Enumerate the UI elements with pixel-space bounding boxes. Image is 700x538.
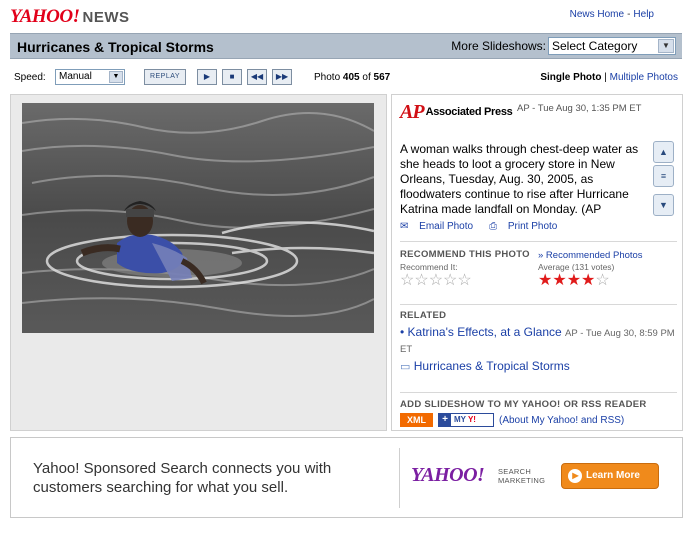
category-select-value: Select Category: [552, 39, 638, 53]
photo-info-panel: AP Associated Press AP - Tue Aug 30, 1:35…: [391, 94, 683, 431]
chevron-down-icon: ▼: [109, 71, 123, 83]
star-filled-icon: ★: [552, 272, 567, 289]
slideshow-title: Hurricanes & Tropical Storms: [17, 39, 214, 55]
ap-name: Associated Press: [425, 106, 513, 118]
speed-label: Speed:: [14, 72, 46, 83]
related-item: • Katrina's Effects, at a Glance AP - Tu…: [400, 325, 675, 355]
add-to-my-yahoo-button[interactable]: + MY Y!: [438, 413, 494, 427]
play-icon: ▶: [568, 469, 582, 483]
logo-text: YAHOO!: [10, 6, 80, 27]
related-heading: RELATED: [400, 310, 447, 321]
star-icon[interactable]: ☆: [429, 272, 443, 289]
star-icon[interactable]: ☆: [457, 272, 471, 289]
slideshow-controls: Speed: Manual ▼ REPLAY ▶ ■ ◀◀ ▶▶ Photo 4…: [10, 68, 682, 88]
star-icon[interactable]: ☆: [414, 272, 428, 289]
folder-icon: ▭: [400, 361, 411, 373]
fast-forward-icon: ▶▶: [275, 72, 289, 81]
speed-select[interactable]: Manual ▼: [55, 69, 125, 85]
recommend-heading: RECOMMEND THIS PHOTO: [400, 249, 530, 260]
plus-icon: +: [439, 414, 451, 426]
printer-icon: ⎙: [489, 221, 498, 232]
rewind-icon: ◀◀: [250, 72, 264, 81]
photo-panel: [10, 94, 387, 431]
learn-more-button[interactable]: ▶ Learn More: [561, 463, 659, 489]
chevron-down-icon: ▼: [658, 39, 674, 53]
ad-text: Yahoo! Sponsored Search connects you wit…: [33, 460, 332, 496]
star-icon[interactable]: ☆: [400, 272, 414, 289]
ap-logo[interactable]: AP Associated Press: [400, 101, 513, 124]
grip-icon: ≡: [660, 171, 667, 181]
divider: [399, 448, 400, 508]
sponsored-ad[interactable]: Yahoo! Sponsored Search connects you wit…: [10, 437, 683, 518]
story-date: AP - Tue Aug 30, 1:35 PM ET: [517, 103, 642, 114]
view-mode: Single Photo | Multiple Photos: [540, 72, 678, 83]
email-photo-link[interactable]: ✉ Email Photo: [400, 221, 481, 232]
speed-select-value: Manual: [59, 71, 92, 82]
star-filled-icon: ★: [538, 272, 553, 289]
star-filled-icon: ★: [566, 272, 582, 289]
single-photo-label: Single Photo: [540, 72, 602, 83]
star-filled-icon: ★: [581, 272, 596, 289]
about-rss-link[interactable]: (About My Yahoo! and RSS): [499, 415, 624, 426]
scroll-up-button[interactable]: ▲: [653, 141, 674, 163]
slideshow-titlebar: Hurricanes & Tropical Storms More Slides…: [10, 33, 682, 59]
play-button[interactable]: ▶: [197, 69, 217, 85]
news-home-link[interactable]: News Home: [570, 9, 624, 20]
scroll-down-button[interactable]: ▼: [653, 194, 674, 216]
average-rating-stars: ★★★★☆: [538, 270, 610, 290]
yahoo-news-logo[interactable]: YAHOO! NEWS: [10, 6, 129, 28]
divider: [400, 241, 677, 242]
more-slideshows-label: More Slideshows:: [451, 39, 546, 53]
search-marketing-label: SEARCH MARKETING: [498, 467, 546, 485]
yahoo-search-marketing-logo: YAHOO!: [411, 464, 485, 486]
stop-button[interactable]: ■: [222, 69, 242, 85]
previous-button[interactable]: ◀◀: [247, 69, 267, 85]
play-icon: ▶: [203, 72, 211, 81]
envelope-icon: ✉: [400, 221, 409, 232]
star-icon[interactable]: ☆: [443, 272, 457, 289]
logo-section: NEWS: [82, 9, 130, 26]
photo-counter: Photo 405 of 567: [314, 72, 391, 83]
category-select[interactable]: Select Category ▼: [548, 37, 676, 55]
recommended-photos-link[interactable]: » Recommended Photos: [538, 250, 643, 261]
related-link[interactable]: Katrina's Effects, at a Glance: [408, 325, 562, 339]
user-rating-stars[interactable]: ☆☆☆☆☆: [400, 270, 472, 290]
divider: [400, 304, 677, 305]
xml-feed-button[interactable]: XML: [400, 413, 433, 427]
photo-actions: ✉ Email Photo ⎙ Print Photo: [400, 221, 573, 232]
photo-caption: A woman walks through chest-deep water a…: [400, 142, 639, 216]
print-photo-link[interactable]: ⎙ Print Photo: [489, 221, 565, 232]
chevron-up-icon: ▲: [659, 147, 668, 157]
chevron-down-icon: ▼: [659, 200, 668, 210]
multiple-photos-link[interactable]: Multiple Photos: [610, 72, 678, 83]
rss-heading: ADD SLIDESHOW TO MY YAHOO! OR RSS READER: [400, 399, 647, 410]
news-photo[interactable]: [22, 103, 374, 333]
top-links: News Home - Help: [569, 9, 654, 20]
scroll-thumb[interactable]: ≡: [653, 165, 674, 187]
help-link[interactable]: Help: [633, 9, 654, 20]
related-slideshow-link[interactable]: ▭ Hurricanes & Tropical Storms: [400, 359, 570, 373]
replay-button[interactable]: REPLAY: [144, 69, 186, 85]
ap-mark: AP: [400, 101, 425, 123]
divider: [400, 392, 677, 393]
stop-icon: ■: [229, 72, 235, 81]
star-icon: ☆: [595, 272, 610, 289]
next-button[interactable]: ▶▶: [272, 69, 292, 85]
